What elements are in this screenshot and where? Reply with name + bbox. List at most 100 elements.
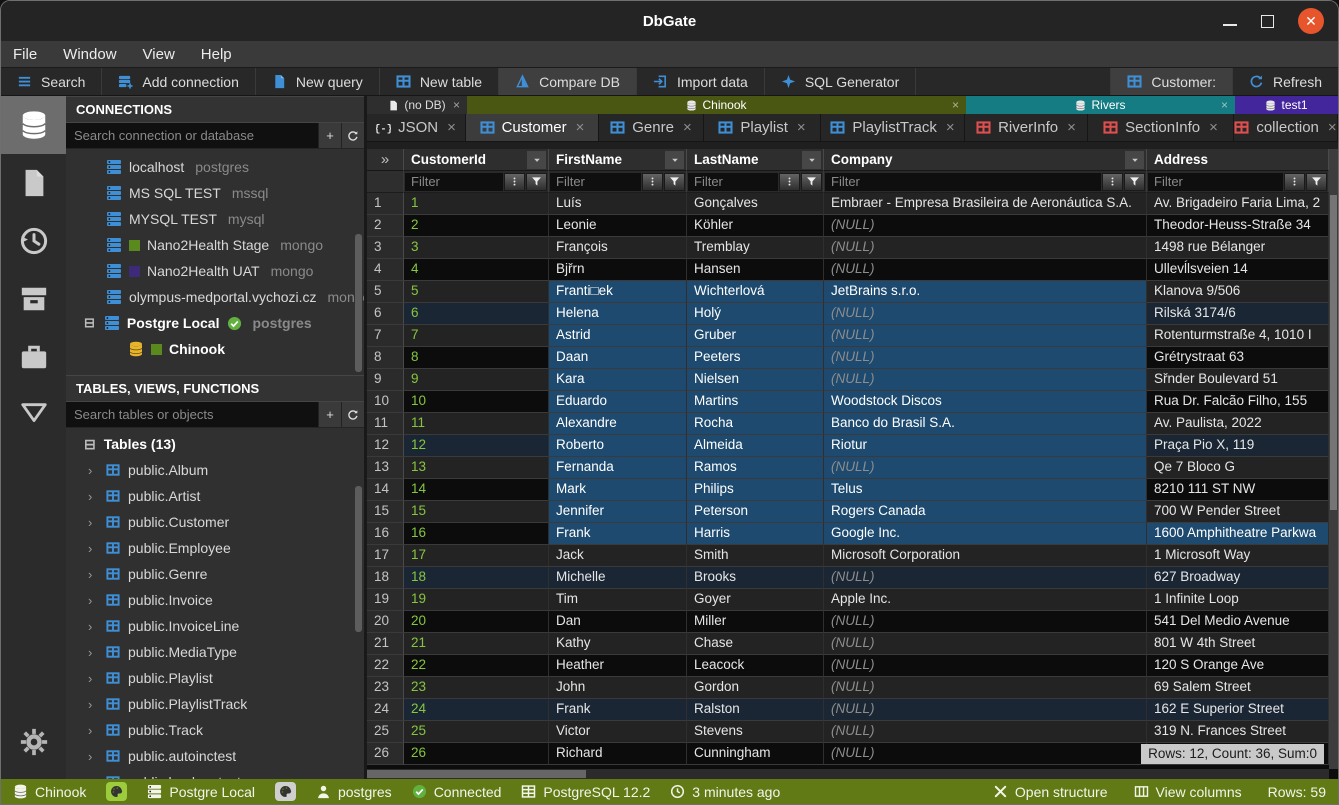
cell-customerid[interactable]: 3: [404, 237, 549, 259]
expand-chevron-icon[interactable]: ›: [88, 671, 98, 686]
expand-chevron-icon[interactable]: ›: [88, 593, 98, 608]
close-tab-icon[interactable]: ×: [946, 119, 955, 136]
cell-firstname[interactable]: Kathy: [549, 633, 687, 655]
cell-customerid[interactable]: 18: [404, 567, 549, 589]
row-number[interactable]: 17: [367, 545, 404, 567]
cell-lastname[interactable]: Ralston: [687, 699, 824, 721]
cell-company[interactable]: (NULL): [824, 369, 1147, 391]
filter-funnel-button[interactable]: [801, 173, 822, 191]
cell-company[interactable]: Apple Inc.: [824, 589, 1147, 611]
cell-firstname[interactable]: Jennifer: [549, 501, 687, 523]
connection-item-chinook[interactable]: Chinook: [66, 336, 364, 362]
cell-customerid[interactable]: 17: [404, 545, 549, 567]
row-number[interactable]: 23: [367, 677, 404, 699]
cell-lastname[interactable]: Chase: [687, 633, 824, 655]
cell-lastname[interactable]: Cunningham: [687, 743, 824, 765]
add-table-small-button[interactable]: +: [318, 402, 341, 427]
filter-menu-button[interactable]: [504, 173, 525, 191]
cell-lastname[interactable]: Philips: [687, 479, 824, 501]
cell-customerid[interactable]: 11: [404, 413, 549, 435]
cell-company[interactable]: (NULL): [824, 259, 1147, 281]
row-number[interactable]: 18: [367, 567, 404, 589]
cell-firstname[interactable]: Franti□ek: [549, 281, 687, 303]
cell-lastname[interactable]: Peeters: [687, 347, 824, 369]
cell-lastname[interactable]: Leacock: [687, 655, 824, 677]
column-header-company[interactable]: Company: [824, 149, 1147, 171]
cell-customerid[interactable]: 20: [404, 611, 549, 633]
cell-company[interactable]: (NULL): [824, 677, 1147, 699]
cell-company[interactable]: (NULL): [824, 721, 1147, 743]
filter-input-company[interactable]: [825, 173, 1101, 191]
row-number[interactable]: 6: [367, 303, 404, 325]
tables-search-input[interactable]: [66, 402, 318, 427]
row-number[interactable]: 5: [367, 281, 404, 303]
cell-lastname[interactable]: Rocha: [687, 413, 824, 435]
cell-address[interactable]: 1600 Amphitheatre Parkwa: [1147, 523, 1329, 545]
cell-address[interactable]: Grétrystraat 63: [1147, 347, 1329, 369]
minimize-button[interactable]: [1223, 24, 1237, 26]
rail-item-gear-icon[interactable]: [1, 713, 66, 771]
expand-all-button[interactable]: »: [367, 149, 404, 171]
cell-customerid[interactable]: 23: [404, 677, 549, 699]
expand-chevron-icon[interactable]: ›: [88, 619, 98, 634]
cell-address[interactable]: 700 W Pender Street: [1147, 501, 1329, 523]
tab-riverinfo[interactable]: RiverInfo×: [965, 114, 1088, 141]
filter-funnel-button[interactable]: [526, 173, 547, 191]
table-item-public-invoiceline[interactable]: ›public.InvoiceLine: [66, 613, 364, 639]
connection-item-localhost[interactable]: localhostpostgres: [66, 154, 364, 180]
cell-customerid[interactable]: 6: [404, 303, 549, 325]
filter-menu-button[interactable]: [642, 173, 663, 191]
statusbar-item-postgres[interactable]: postgres: [316, 784, 392, 800]
maximize-button[interactable]: [1261, 15, 1274, 28]
expand-chevron-icon[interactable]: ›: [88, 567, 98, 582]
database-tab-chinook[interactable]: Chinook×: [467, 96, 966, 114]
color-badge[interactable]: [106, 782, 127, 801]
row-number[interactable]: 9: [367, 369, 404, 391]
tab-customer[interactable]: Customer×: [466, 114, 599, 141]
close-tab-icon[interactable]: ×: [683, 119, 692, 136]
cell-lastname[interactable]: Hansen: [687, 259, 824, 281]
cell-lastname[interactable]: Wichterlová: [687, 281, 824, 303]
expand-chevron-icon[interactable]: ›: [88, 541, 98, 556]
cell-company[interactable]: (NULL): [824, 303, 1147, 325]
refresh-tables-button[interactable]: [341, 402, 364, 427]
cell-address[interactable]: Rotenturmstraße 4, 1010 I: [1147, 325, 1329, 347]
cell-address[interactable]: Sřnder Boulevard 51: [1147, 369, 1329, 391]
cell-address[interactable]: 319 N. Frances Street: [1147, 721, 1329, 743]
row-number[interactable]: 20: [367, 611, 404, 633]
cell-company[interactable]: JetBrains s.r.o.: [824, 281, 1147, 303]
statusbar-item-postgre-local[interactable]: Postgre Local: [147, 784, 255, 800]
cell-firstname[interactable]: Victor: [549, 721, 687, 743]
close-tab-icon[interactable]: ×: [1067, 119, 1076, 136]
cell-address[interactable]: Av. Paulista, 2022: [1147, 413, 1329, 435]
connection-item-olympus-medportal-vychozi-cz[interactable]: olympus-medportal.vychozi.czmongo: [66, 284, 364, 310]
statusbar-item-postgresql-12-2[interactable]: PostgreSQL 12.2: [521, 784, 650, 800]
cell-firstname[interactable]: Kara: [549, 369, 687, 391]
cell-lastname[interactable]: Köhler: [687, 215, 824, 237]
table-item-public-artist[interactable]: ›public.Artist: [66, 483, 364, 509]
close-tab-icon[interactable]: ×: [1328, 119, 1337, 136]
grid-horizontal-scrollbar[interactable]: [367, 769, 1329, 779]
close-button[interactable]: ✕: [1298, 8, 1324, 34]
cell-customerid[interactable]: 25: [404, 721, 549, 743]
cell-company[interactable]: Woodstock Discos: [824, 391, 1147, 413]
tables-group-header[interactable]: ⊟Tables (13): [66, 431, 364, 457]
toolbar-button-customer[interactable]: Customer:: [1110, 68, 1232, 95]
cell-firstname[interactable]: Frank: [549, 699, 687, 721]
tab-collection[interactable]: collection×: [1234, 114, 1338, 141]
tab-playlisttrack[interactable]: PlaylistTrack×: [821, 114, 965, 141]
cell-firstname[interactable]: Richard: [549, 743, 687, 765]
collapse-toggle[interactable]: ⊟: [84, 436, 96, 453]
cell-company[interactable]: Rogers Canada: [824, 501, 1147, 523]
filter-input-lastname[interactable]: [688, 173, 778, 191]
cell-firstname[interactable]: Astrid: [549, 325, 687, 347]
cell-company[interactable]: Riotur: [824, 435, 1147, 457]
cell-firstname[interactable]: Roberto: [549, 435, 687, 457]
statusbar-item-open-structure[interactable]: Open structure: [993, 784, 1108, 800]
cell-customerid[interactable]: 12: [404, 435, 549, 457]
table-item-public-customer[interactable]: ›public.Customer: [66, 509, 364, 535]
row-number[interactable]: 2: [367, 215, 404, 237]
close-tab-icon[interactable]: ×: [447, 119, 456, 136]
toolbar-button-import-data[interactable]: Import data: [637, 68, 765, 95]
rail-item-briefcase-icon[interactable]: [1, 328, 66, 386]
